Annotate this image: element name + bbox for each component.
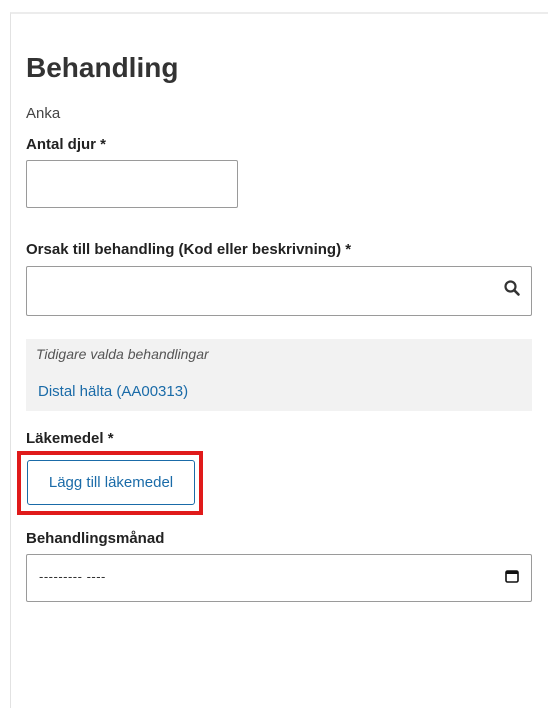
treatment-month-label: Behandlingsmånad: [26, 530, 165, 547]
treatment-month-value: --------- ----: [39, 569, 106, 584]
treatment-month-input[interactable]: --------- ----: [26, 554, 532, 602]
calendar-icon[interactable]: [505, 569, 519, 583]
animal-count-input[interactable]: [26, 160, 238, 208]
animal-count-label: Antal djur *: [26, 136, 107, 153]
reason-label: Orsak till behandling (Kod eller beskriv…: [26, 241, 352, 258]
previous-treatments-heading: Tidigare valda behandlingar: [36, 346, 209, 362]
canvas: Behandling Anka Antal djur * Orsak till …: [0, 0, 548, 708]
search-icon[interactable]: [503, 279, 521, 297]
species-text: Anka: [26, 105, 61, 122]
previous-treatment-link[interactable]: Distal hälta (AA00313): [38, 383, 188, 400]
medicine-label: Läkemedel *: [26, 430, 114, 447]
add-medicine-button[interactable]: Lägg till läkemedel: [27, 460, 195, 505]
page-title: Behandling: [26, 52, 179, 83]
previous-treatments-box: Tidigare valda behandlingar Distal hälta…: [26, 339, 532, 411]
reason-search-input[interactable]: [26, 266, 532, 316]
